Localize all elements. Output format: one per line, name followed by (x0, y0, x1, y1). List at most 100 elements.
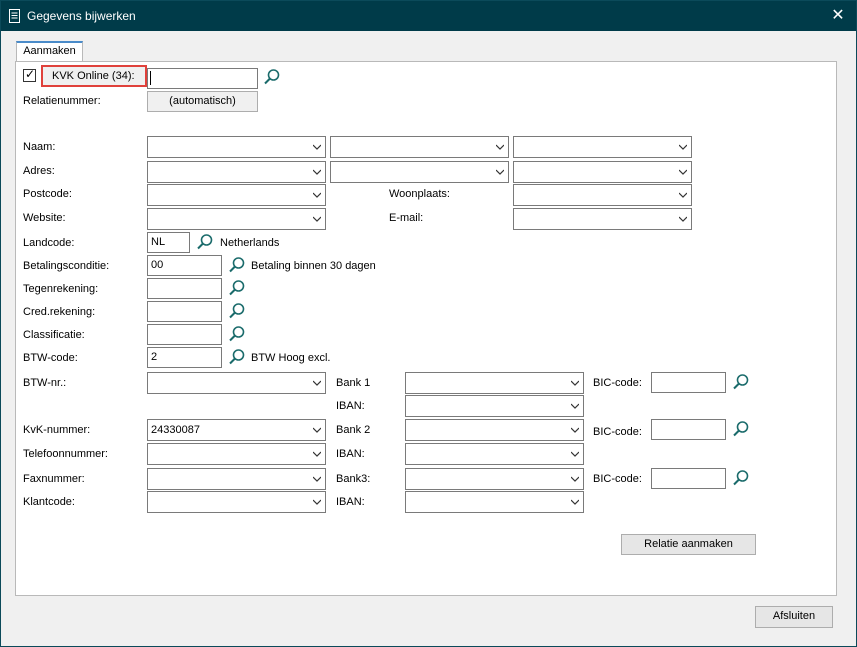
naam-combo-2[interactable] (330, 136, 509, 158)
window-title: Gegevens bijwerken (27, 9, 136, 23)
relatienummer-label: Relatienummer: (23, 95, 101, 107)
telefoonnummer-combo[interactable] (147, 443, 326, 465)
chevron-down-icon (313, 499, 321, 505)
classificatie-input[interactable] (147, 324, 222, 345)
bic2-input[interactable] (651, 419, 726, 440)
adres-combo-1[interactable] (147, 161, 326, 183)
bank2-combo[interactable] (405, 419, 584, 441)
title-bar: Gegevens bijwerken ✕ (1, 1, 856, 31)
chevron-down-icon (313, 380, 321, 386)
naam-combo-3[interactable] (513, 136, 692, 158)
chevron-down-icon (679, 192, 687, 198)
adres-combo-2[interactable] (330, 161, 509, 183)
search-icon[interactable] (732, 373, 750, 391)
kvk-online-label: KVK Online (34): (52, 70, 135, 82)
chevron-down-icon (496, 169, 504, 175)
betalingsconditie-input[interactable]: 00 (147, 255, 222, 276)
close-icon[interactable]: ✕ (827, 6, 849, 26)
chevron-down-icon (571, 476, 579, 482)
website-combo[interactable] (147, 208, 326, 230)
dialog-window: Gegevens bijwerken ✕ Aanmaken ✓ KVK Onli… (0, 0, 857, 647)
checkmark-icon: ✓ (25, 67, 36, 81)
credrekening-input[interactable] (147, 301, 222, 322)
btwcode-input[interactable]: 2 (147, 347, 222, 368)
text-cursor (150, 71, 151, 85)
adres-label: Adres: (23, 165, 55, 177)
klantcode-label: Klantcode: (23, 496, 75, 508)
landcode-description: Netherlands (220, 237, 280, 249)
bic1-label: BIC-code: (593, 377, 642, 389)
chevron-down-icon (313, 144, 321, 150)
faxnummer-combo[interactable] (147, 468, 326, 490)
bank1-combo[interactable] (405, 372, 584, 394)
email-label: E-mail: (389, 212, 424, 224)
chevron-down-icon (679, 169, 687, 175)
bic2-label: BIC-code: (593, 426, 642, 438)
bank3-combo[interactable] (405, 468, 584, 490)
bic1-input[interactable] (651, 372, 726, 393)
chevron-down-icon (313, 451, 321, 457)
search-icon[interactable] (228, 325, 246, 343)
betalingsconditie-label: Betalingsconditie: (23, 260, 110, 272)
kvk-online-input[interactable] (147, 68, 258, 89)
chevron-down-icon (679, 216, 687, 222)
chevron-down-icon (313, 476, 321, 482)
email-combo[interactable] (513, 208, 692, 230)
btwnr-combo[interactable] (147, 372, 326, 394)
kvk-online-checkbox[interactable]: ✓ (23, 67, 36, 82)
chevron-down-icon (313, 216, 321, 222)
iban3-label: IBAN: (336, 496, 365, 508)
chevron-down-icon (571, 499, 579, 505)
woonplaats-combo[interactable] (513, 184, 692, 206)
search-icon[interactable] (263, 68, 281, 86)
btwcode-description: BTW Hoog excl. (251, 352, 331, 364)
chevron-down-icon (571, 451, 579, 457)
chevron-down-icon (313, 427, 321, 433)
search-icon[interactable] (228, 348, 246, 366)
website-label: Website: (23, 212, 66, 224)
klantcode-combo[interactable] (147, 491, 326, 513)
iban3-combo[interactable] (405, 491, 584, 513)
btwcode-label: BTW-code: (23, 352, 78, 364)
adres-combo-3[interactable] (513, 161, 692, 183)
bank3-label: Bank3: (336, 473, 371, 485)
iban1-combo[interactable] (405, 395, 584, 417)
bank2-label: Bank 2 (336, 424, 371, 436)
postcode-label: Postcode: (23, 188, 72, 200)
faxnummer-label: Faxnummer: (23, 473, 85, 485)
chevron-down-icon (679, 144, 687, 150)
search-icon[interactable] (228, 279, 246, 297)
search-icon[interactable] (196, 233, 214, 251)
afsluiten-button[interactable]: Afsluiten (755, 606, 833, 628)
search-icon[interactable] (732, 469, 750, 487)
bank1-label: Bank 1 (336, 377, 371, 389)
iban2-label: IBAN: (336, 448, 365, 460)
woonplaats-label: Woonplaats: (389, 188, 450, 200)
classificatie-label: Classificatie: (23, 329, 85, 341)
credrekening-label: Cred.rekening: (23, 306, 96, 318)
naam-combo-1[interactable] (147, 136, 326, 158)
relatienummer-value: (automatisch) (147, 91, 258, 112)
chevron-down-icon (571, 427, 579, 433)
search-icon[interactable] (228, 302, 246, 320)
tab-aanmaken[interactable]: Aanmaken (16, 41, 83, 62)
chevron-down-icon (496, 144, 504, 150)
betalingsconditie-description: Betaling binnen 30 dagen (251, 260, 376, 272)
postcode-combo[interactable] (147, 184, 326, 206)
relatie-aanmaken-button[interactable]: Relatie aanmaken (621, 534, 756, 555)
bic3-input[interactable] (651, 468, 726, 489)
iban1-label: IBAN: (336, 400, 365, 412)
iban2-combo[interactable] (405, 443, 584, 465)
search-icon[interactable] (732, 420, 750, 438)
landcode-input[interactable]: NL (147, 232, 190, 253)
kvknummer-value: 24330087 (151, 424, 200, 436)
landcode-label: Landcode: (23, 237, 75, 249)
document-icon (9, 9, 20, 23)
tegenrekening-input[interactable] (147, 278, 222, 299)
naam-label: Naam: (23, 141, 56, 153)
kvknummer-label: KvK-nummer: (23, 424, 91, 436)
bic3-label: BIC-code: (593, 473, 642, 485)
search-icon[interactable] (228, 256, 246, 274)
chevron-down-icon (571, 380, 579, 386)
kvknummer-combo[interactable]: 24330087 (147, 419, 326, 441)
